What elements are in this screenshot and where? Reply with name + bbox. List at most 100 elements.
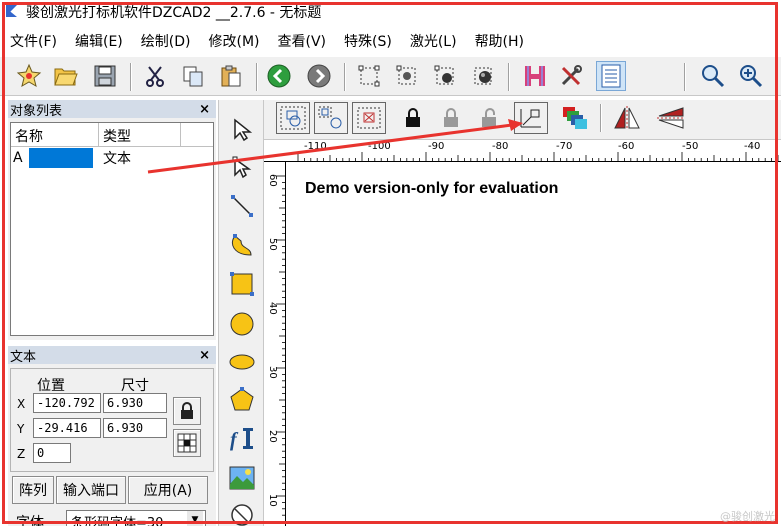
y-size-input[interactable]: 6.930	[103, 418, 167, 438]
folder-icon	[54, 68, 78, 86]
parameters-button[interactable]	[556, 61, 586, 91]
node-add-button[interactable]	[392, 61, 422, 91]
unlock-all-button[interactable]	[472, 102, 506, 134]
circle-tool-button[interactable]	[227, 308, 257, 340]
svg-text:f: f	[230, 429, 239, 451]
curve-tool-button[interactable]	[227, 230, 257, 262]
redo-button[interactable]	[304, 61, 334, 91]
mirror-vertical-button[interactable]	[654, 102, 688, 134]
font-select[interactable]: 条形码字体=30 ▼	[66, 510, 206, 526]
cut-button[interactable]	[140, 61, 170, 91]
curve-edit-tool-button[interactable]	[227, 152, 257, 184]
list-item[interactable]: A 文本	[11, 147, 213, 169]
curve-icon	[231, 234, 252, 256]
list-icon	[601, 64, 621, 88]
y-position-input[interactable]: -29.416	[33, 418, 101, 438]
set-origin-button[interactable]	[514, 102, 548, 134]
menu-laser[interactable]: 激光(L)	[401, 31, 466, 51]
menu-draw[interactable]: 绘制(D)	[132, 31, 200, 51]
object-name: A	[13, 150, 23, 166]
node-join-button[interactable]	[468, 61, 498, 91]
text-tool-icon: f	[230, 428, 253, 451]
menu-modify[interactable]: 修改(M)	[199, 31, 268, 51]
drawing-canvas[interactable]: Demo version-only for evaluation	[287, 163, 781, 526]
menu-edit[interactable]: 编辑(E)	[66, 31, 132, 51]
image-tool-button[interactable]	[227, 462, 257, 494]
curve-pointer-icon	[232, 156, 252, 179]
column-name[interactable]: 名称	[11, 123, 99, 146]
rectangle-icon	[230, 272, 254, 296]
ellipse-tool-button[interactable]	[227, 346, 257, 378]
menu-file[interactable]: 文件(F)	[0, 31, 66, 51]
object-list-panel: 对象列表 × 名称 类型 A 文本	[8, 100, 216, 340]
menu-help[interactable]: 帮助(H)	[466, 31, 533, 51]
arrow-right-icon	[307, 64, 331, 88]
group-button[interactable]	[276, 102, 310, 134]
lock-disabled-icon	[444, 108, 458, 127]
save-file-button[interactable]	[90, 61, 120, 91]
node-edit-button[interactable]	[354, 61, 384, 91]
object-list-title: 对象列表	[10, 103, 63, 119]
x-size-input[interactable]: 6.930	[103, 393, 167, 413]
lock-object-button[interactable]	[396, 102, 430, 134]
select-all-button[interactable]	[352, 102, 386, 134]
image-icon	[229, 466, 255, 490]
anchor-grid-button[interactable]	[173, 429, 201, 457]
ruler-label: -70	[556, 141, 573, 152]
line-tool-button[interactable]	[227, 190, 257, 222]
layer-order-button[interactable]	[558, 102, 592, 134]
text-tool-button[interactable]: f	[227, 422, 257, 454]
selection-highlight	[28, 148, 93, 168]
select-tool-button[interactable]	[227, 114, 257, 146]
paste-button[interactable]	[216, 61, 246, 91]
column-type[interactable]: 类型	[99, 123, 181, 146]
demo-version-text: Demo version-only for evaluation	[305, 180, 559, 197]
input-port-button[interactable]: 输入端口	[56, 476, 126, 504]
rectangle-tool-button[interactable]	[227, 268, 257, 300]
position-size-group: 位置 尺寸 X -120.792 6.930 Y -29.416 6.930 Z…	[10, 368, 214, 472]
copy-icon	[183, 66, 203, 87]
ruler-label: -50	[682, 141, 699, 152]
unlock-object-button[interactable]	[434, 102, 468, 134]
ellipse-icon	[229, 354, 255, 370]
copy-button[interactable]	[178, 61, 208, 91]
object-list-toggle-button[interactable]	[596, 61, 626, 91]
ruler-label: -80	[492, 141, 509, 152]
ruler-label: 60	[267, 174, 278, 187]
polygon-tool-button[interactable]	[227, 384, 257, 416]
undo-button[interactable]	[264, 61, 294, 91]
object-list[interactable]: 名称 类型 A 文本	[10, 122, 214, 336]
apply-button[interactable]: 应用(A)	[128, 476, 208, 504]
node-delete-button[interactable]	[430, 61, 460, 91]
ungroup-button[interactable]	[314, 102, 348, 134]
lock-ratio-button[interactable]	[173, 397, 201, 425]
ruler-label: -60	[618, 141, 635, 152]
position-label: 位置	[37, 378, 65, 394]
polygon-icon	[230, 387, 254, 411]
open-file-button[interactable]	[50, 61, 80, 91]
ruler-label: 10	[267, 494, 278, 507]
zoom-in-button[interactable]	[736, 61, 766, 91]
ruler-label: -100	[368, 141, 391, 152]
draw-toolbar: f	[218, 100, 264, 526]
app-logo-icon	[4, 4, 20, 20]
new-file-button[interactable]	[14, 61, 44, 91]
target-icon	[231, 504, 253, 526]
menu-special[interactable]: 特殊(S)	[335, 31, 401, 51]
hatch-button[interactable]	[520, 61, 550, 91]
layers-icon	[563, 107, 587, 129]
close-icon[interactable]: ×	[199, 102, 210, 117]
barcode-tool-button[interactable]	[227, 498, 257, 526]
close-icon[interactable]: ×	[199, 348, 210, 363]
zoom-button[interactable]	[698, 61, 728, 91]
magnifier-icon	[702, 65, 725, 88]
menu-view[interactable]: 查看(V)	[269, 31, 336, 51]
object-list-header: 对象列表 ×	[8, 100, 216, 119]
x-position-input[interactable]: -120.792	[33, 393, 101, 413]
ruler-label: -40	[744, 141, 761, 152]
array-button[interactable]: 阵列	[12, 476, 54, 504]
window-title: 骏创激光打标机软件DZCAD2 __2.7.6 - 无标题	[26, 5, 322, 21]
watermark: @骏创激光	[720, 510, 775, 523]
mirror-horizontal-button[interactable]	[610, 102, 644, 134]
z-position-input[interactable]: 0	[33, 443, 71, 463]
